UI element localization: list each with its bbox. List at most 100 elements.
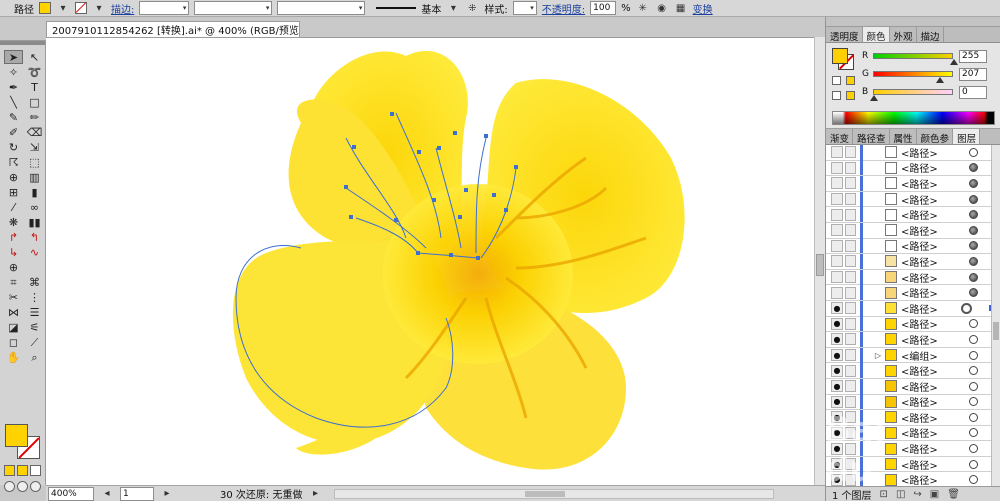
status-menu-icon[interactable]: ▸ <box>308 487 322 501</box>
lock-toggle[interactable] <box>845 161 856 174</box>
align-icon[interactable]: ▦ <box>674 1 688 15</box>
draw-normal-button[interactable] <box>4 481 15 492</box>
layer-row[interactable]: ● <路径> <box>826 441 1000 457</box>
layer-row[interactable]: <路径> <box>826 175 1000 192</box>
new-layer-icon[interactable]: ▣ <box>930 489 939 500</box>
gradient-tool-icon[interactable]: ▮ <box>25 185 44 199</box>
r-knob[interactable] <box>950 59 958 65</box>
scissors-tool-icon[interactable]: ✂ <box>4 290 23 304</box>
lock-toggle[interactable] <box>845 255 856 268</box>
lock-toggle[interactable] <box>845 239 856 252</box>
paint-bucket-tool-icon[interactable]: ◪ <box>4 320 23 334</box>
brush-dropdown[interactable]: ▾ <box>277 1 366 15</box>
layer-row[interactable]: ● <路径> <box>826 331 1000 348</box>
lock-toggle[interactable] <box>845 364 856 377</box>
target-icon[interactable] <box>969 428 978 438</box>
free-transform-tool-icon[interactable]: ⬚ <box>25 155 44 169</box>
line-tool-icon[interactable]: ╲ <box>4 95 23 109</box>
lock-toggle[interactable] <box>845 426 856 439</box>
recolor-artwork-icon[interactable]: ✳ <box>636 1 650 15</box>
layer-row[interactable]: ● <路径> <box>826 394 1000 411</box>
target-icon[interactable] <box>969 459 978 469</box>
visibility-toggle-icon[interactable] <box>831 286 843 299</box>
target-icon[interactable] <box>969 194 978 204</box>
layer-row[interactable]: ● <路径> <box>826 316 1000 333</box>
slice-tool-icon[interactable]: ⌘ <box>25 275 44 289</box>
scale-tool-icon[interactable]: ⇲ <box>25 140 44 154</box>
layer-row[interactable]: <路径> <box>826 222 1000 239</box>
lock-toggle[interactable] <box>845 411 856 424</box>
style-dropdown[interactable]: ▾ <box>512 1 537 15</box>
artboard-canvas[interactable] <box>46 37 814 485</box>
layers-tab-1[interactable]: 路径查 <box>853 129 890 145</box>
pen-tool-icon[interactable]: ✒ <box>4 80 23 94</box>
layers-tab-0[interactable]: 渐变 <box>826 129 854 145</box>
color-tab-1[interactable]: 颜色 <box>862 27 890 43</box>
g-knob[interactable] <box>936 77 944 83</box>
lock-toggle[interactable] <box>845 317 856 330</box>
g-slider[interactable] <box>873 71 953 83</box>
target-icon[interactable] <box>969 178 978 188</box>
lock-toggle[interactable] <box>845 208 856 221</box>
visibility-toggle-icon[interactable]: ● <box>831 426 843 439</box>
new-sublayer-icon[interactable]: ↪ <box>913 489 921 500</box>
visibility-toggle-icon[interactable]: ● <box>831 458 843 471</box>
lock-toggle[interactable] <box>845 271 856 284</box>
clipping-mask-icon[interactable]: ◫ <box>896 489 905 500</box>
target-icon[interactable] <box>969 210 978 220</box>
color-tab-2[interactable]: 外观 <box>890 27 917 43</box>
stroke-dropdown-icon[interactable]: ▾ <box>92 1 106 15</box>
zoom-dropdown[interactable]: 400% <box>48 486 94 501</box>
layer-row[interactable]: ● <路径> <box>826 425 1000 442</box>
red-path-tool-a-icon[interactable]: ↱ <box>4 230 23 244</box>
width-tool-icon[interactable]: ⋈ <box>4 305 23 319</box>
crop-tool-icon[interactable]: ◻ <box>4 335 23 349</box>
next-artboard-icon[interactable]: ▸ <box>160 487 174 501</box>
lock-toggle[interactable] <box>845 177 856 190</box>
color-spectrum[interactable] <box>832 111 995 125</box>
warp-tool-icon[interactable]: ☈ <box>4 155 23 169</box>
variable-width-dropdown[interactable]: ▾ <box>194 1 273 15</box>
cp-none-icon[interactable] <box>832 91 841 100</box>
selection-tool-icon[interactable]: ➤ <box>4 50 23 64</box>
lock-toggle[interactable] <box>845 193 856 206</box>
lock-toggle[interactable] <box>845 458 856 471</box>
list-tool-icon[interactable]: ☰ <box>25 305 44 319</box>
target-icon[interactable] <box>961 302 972 314</box>
scroll-thumb[interactable] <box>816 254 824 276</box>
visibility-toggle-icon[interactable] <box>831 146 843 159</box>
pencil-tool-icon[interactable]: ✏ <box>25 110 44 124</box>
visibility-toggle-icon[interactable]: ● <box>831 442 843 455</box>
layer-row[interactable]: <路径> <box>826 191 1000 208</box>
target-icon[interactable] <box>969 225 978 235</box>
cp-last-color-icon[interactable] <box>846 91 855 100</box>
gradient-mode-button[interactable] <box>17 465 28 476</box>
r-slider[interactable] <box>873 53 958 65</box>
target-icon[interactable] <box>969 163 978 173</box>
hscroll-thumb[interactable] <box>525 490 566 497</box>
target-icon[interactable] <box>969 334 978 344</box>
visibility-toggle-icon[interactable]: ● <box>831 411 843 424</box>
layer-row[interactable]: <路径> <box>826 253 1000 270</box>
lock-toggle[interactable] <box>845 286 856 299</box>
opacity-input[interactable]: 100 <box>590 1 617 15</box>
b-slider[interactable] <box>870 89 953 101</box>
align-stroke-icon[interactable]: ⁜ <box>465 1 479 15</box>
visibility-toggle-icon[interactable] <box>831 271 843 284</box>
profile-dropdown-icon[interactable]: ▾ <box>446 1 460 15</box>
fill-color-box[interactable] <box>5 424 28 447</box>
layer-row[interactable]: ● <路径> <box>826 409 1000 426</box>
target-icon[interactable] <box>969 397 978 407</box>
layer-row[interactable]: <路径> <box>826 207 1000 223</box>
fill-swatch[interactable] <box>39 2 51 14</box>
eraser-tool-icon[interactable]: ⌫ <box>25 125 44 139</box>
color-mode-button[interactable] <box>4 465 15 476</box>
red-path-tool-b-icon[interactable]: ↰ <box>25 230 44 244</box>
lock-toggle[interactable] <box>845 473 856 486</box>
color-tab-3[interactable]: 描边 <box>917 27 944 43</box>
color-tab-0[interactable]: 透明度 <box>826 27 863 43</box>
direct-selection-tool-icon[interactable]: ↖ <box>25 50 44 64</box>
lock-toggle[interactable] <box>845 146 856 159</box>
eyedropper-tool-icon[interactable]: ⁄ <box>4 200 23 214</box>
target-icon[interactable] <box>969 147 978 157</box>
